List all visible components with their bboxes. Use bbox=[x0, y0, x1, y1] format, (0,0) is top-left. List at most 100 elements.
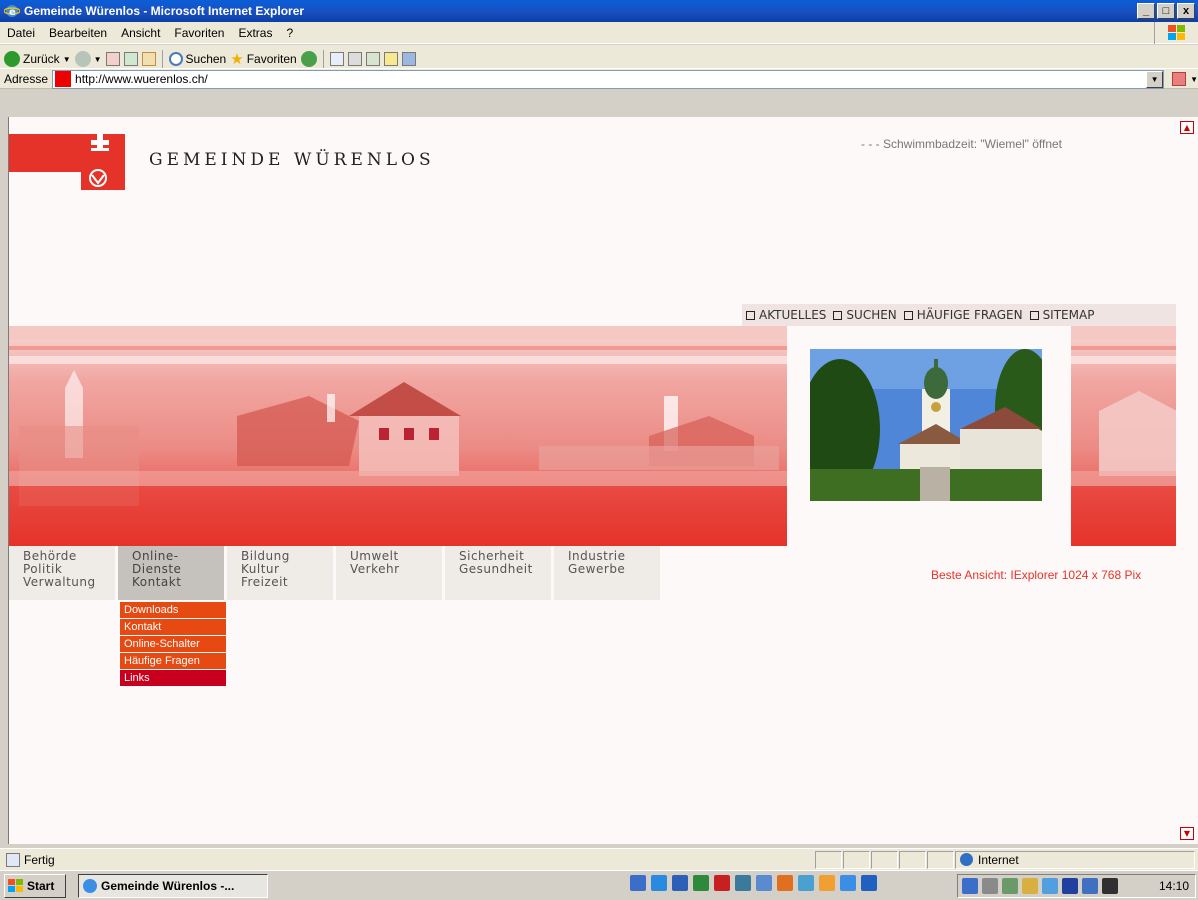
quicklaunch-icon[interactable] bbox=[777, 875, 793, 891]
edit-icon[interactable] bbox=[365, 52, 380, 66]
mainnav-online-dienste[interactable]: Online- Dienste Kontakt bbox=[118, 546, 224, 600]
task-label: Gemeinde Würenlos -... bbox=[101, 878, 235, 893]
favorites-button[interactable]: ★ Favoriten bbox=[230, 50, 296, 68]
globe-icon bbox=[960, 853, 973, 866]
maximize-button[interactable]: □ bbox=[1157, 3, 1175, 19]
mainnav-line: Verwaltung bbox=[23, 575, 96, 589]
topnav-sitemap[interactable]: SITEMAP bbox=[1029, 308, 1094, 322]
menu-datei[interactable]: Datei bbox=[0, 26, 42, 40]
menu-bearbeiten[interactable]: Bearbeiten bbox=[42, 26, 114, 40]
topnav-aktuelles[interactable]: AKTUELLES bbox=[746, 308, 826, 322]
windows-logo-icon bbox=[1154, 22, 1198, 44]
window-titlebar[interactable]: e Gemeinde Würenlos - Microsoft Internet… bbox=[0, 0, 1198, 22]
links-icon[interactable] bbox=[1172, 72, 1187, 86]
tray-icon[interactable] bbox=[1042, 878, 1058, 894]
forward-arrow-icon bbox=[74, 51, 91, 67]
minimize-button[interactable]: _ bbox=[1137, 3, 1155, 19]
topnav-label: AKTUELLES bbox=[759, 308, 827, 322]
toolbar-separator bbox=[161, 50, 163, 68]
security-zone[interactable]: Internet bbox=[955, 850, 1195, 869]
address-field[interactable]: http://www.wuerenlos.ch/ ▼ bbox=[52, 69, 1165, 89]
submenu-item-haeufige-fragen[interactable]: Häufige Fragen bbox=[120, 653, 226, 669]
mainnav-line: Kontakt bbox=[132, 575, 182, 589]
mainnav-bildung[interactable]: Bildung Kultur Freizeit bbox=[227, 546, 333, 600]
menu-help[interactable]: ? bbox=[279, 26, 300, 40]
chevron-down-icon[interactable]: ▼ bbox=[1190, 75, 1198, 84]
messenger-icon[interactable] bbox=[401, 52, 416, 66]
close-button[interactable]: x bbox=[1177, 3, 1195, 19]
quicklaunch-icon[interactable] bbox=[630, 875, 646, 891]
back-button[interactable]: Zurück ▼ bbox=[4, 51, 71, 67]
tray-icon[interactable] bbox=[1082, 878, 1098, 894]
submenu-item-links[interactable]: Links bbox=[120, 670, 226, 686]
quicklaunch-icon[interactable] bbox=[735, 875, 751, 891]
quicklaunch-icon[interactable] bbox=[819, 875, 835, 891]
submenu-online-dienste: Downloads Kontakt Online-Schalter Häufig… bbox=[120, 602, 226, 687]
status-text: Fertig bbox=[24, 852, 55, 867]
menu-ansicht[interactable]: Ansicht bbox=[114, 26, 167, 40]
tray-icon[interactable] bbox=[1062, 878, 1078, 894]
history-icon[interactable] bbox=[300, 51, 317, 67]
tray-icon[interactable] bbox=[962, 878, 978, 894]
discuss-icon[interactable] bbox=[383, 52, 398, 66]
scroll-down-icon[interactable]: ▼ bbox=[1180, 827, 1194, 840]
menu-extras[interactable]: Extras bbox=[231, 26, 279, 40]
news-ticker[interactable]: - - - Schwimmbadzeit: "Wiemel" öffnet bbox=[861, 137, 1062, 151]
top-nav: AKTUELLES SUCHEN HÄUFIGE FRAGEN SITEMAP bbox=[742, 304, 1176, 326]
internet-explorer-icon: e bbox=[4, 5, 20, 18]
status-pane bbox=[815, 850, 842, 869]
tray-icon[interactable] bbox=[1102, 878, 1118, 894]
quicklaunch-icon[interactable] bbox=[840, 875, 856, 891]
site-name[interactable]: GEMEINDE WÜRENLOS bbox=[149, 150, 435, 170]
topnav-haeufige-fragen[interactable]: HÄUFIGE FRAGEN bbox=[903, 308, 1023, 322]
quicklaunch-icon[interactable] bbox=[714, 875, 730, 891]
quicklaunch-icon[interactable] bbox=[651, 875, 667, 891]
submenu-item-online-schalter[interactable]: Online-Schalter bbox=[120, 636, 226, 652]
svg-text:e: e bbox=[9, 7, 16, 18]
favorites-label: Favoriten bbox=[246, 52, 297, 66]
topnav-label: SUCHEN bbox=[846, 308, 897, 322]
refresh-icon[interactable] bbox=[123, 52, 138, 66]
print-icon[interactable] bbox=[347, 52, 362, 66]
submenu-item-kontakt[interactable]: Kontakt bbox=[120, 619, 226, 635]
chevron-down-icon: ▼ bbox=[62, 54, 71, 64]
search-button[interactable]: Suchen bbox=[168, 52, 226, 66]
header-banner bbox=[9, 326, 1176, 546]
mainnav-behoerde[interactable]: Behörde Politik Verwaltung bbox=[9, 546, 115, 600]
tray-icon[interactable] bbox=[1022, 878, 1038, 894]
mail-icon[interactable] bbox=[329, 52, 344, 66]
topnav-suchen[interactable]: SUCHEN bbox=[833, 308, 897, 322]
menu-bar: Datei Bearbeiten Ansicht Favoriten Extra… bbox=[0, 22, 1198, 44]
scroll-up-icon[interactable]: ▲ bbox=[1180, 121, 1194, 134]
taskbar: Start Gemeinde Würenlos -... 14:10 bbox=[0, 870, 1198, 900]
quick-launch bbox=[630, 875, 877, 891]
tray-icon[interactable] bbox=[1002, 878, 1018, 894]
stop-icon[interactable] bbox=[105, 52, 120, 66]
mainnav-line: Freizeit bbox=[241, 575, 289, 589]
square-bullet-icon bbox=[746, 310, 755, 320]
status-pane bbox=[871, 850, 898, 869]
menu-favoriten[interactable]: Favoriten bbox=[167, 26, 231, 40]
page-scrollbar[interactable]: ▲ ▼ bbox=[1176, 117, 1198, 844]
quicklaunch-icon[interactable] bbox=[861, 875, 877, 891]
address-label: Adresse bbox=[4, 72, 49, 86]
toolbar-separator bbox=[322, 50, 324, 68]
taskbar-window-button[interactable]: Gemeinde Würenlos -... bbox=[78, 873, 268, 898]
tray-icon[interactable] bbox=[982, 878, 998, 894]
mainnav-industrie[interactable]: Industrie Gewerbe bbox=[554, 546, 660, 600]
page-status-icon bbox=[6, 852, 20, 867]
forward-button[interactable]: ▼ bbox=[74, 51, 102, 67]
mainnav-sicherheit[interactable]: Sicherheit Gesundheit bbox=[445, 546, 551, 600]
clock[interactable]: 14:10 bbox=[1159, 879, 1189, 893]
home-icon[interactable] bbox=[141, 52, 156, 66]
back-arrow-icon bbox=[4, 51, 20, 67]
start-button[interactable]: Start bbox=[4, 873, 66, 898]
quicklaunch-icon[interactable] bbox=[798, 875, 814, 891]
chevron-down-icon[interactable]: ▼ bbox=[1146, 70, 1164, 88]
submenu-item-downloads[interactable]: Downloads bbox=[120, 602, 226, 618]
mainnav-line: Gewerbe bbox=[568, 562, 626, 576]
quicklaunch-icon[interactable] bbox=[693, 875, 709, 891]
quicklaunch-icon[interactable] bbox=[756, 875, 772, 891]
mainnav-umwelt[interactable]: Umwelt Verkehr bbox=[336, 546, 442, 600]
quicklaunch-icon[interactable] bbox=[672, 875, 688, 891]
